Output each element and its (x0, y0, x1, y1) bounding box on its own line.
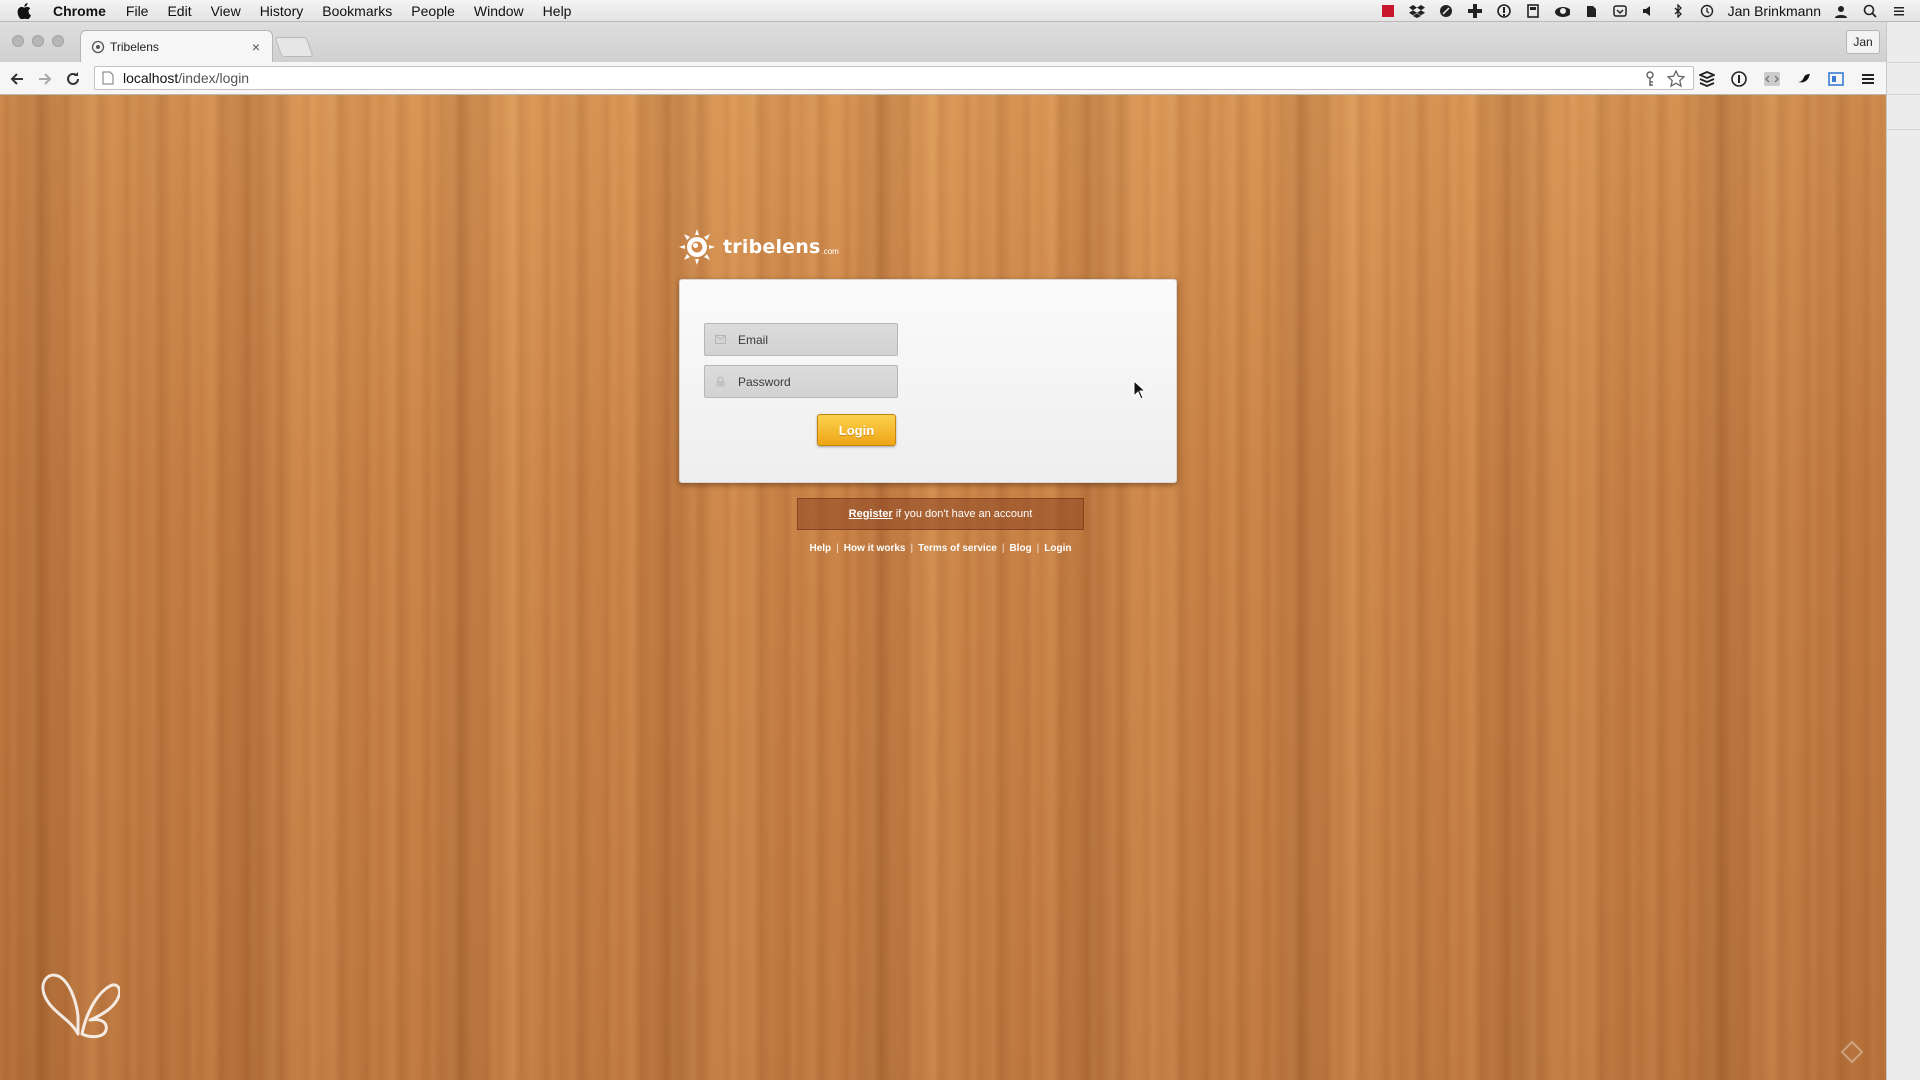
url-text: localhost/index/login (123, 70, 249, 86)
status-area: Jan Brinkmann (1380, 0, 1920, 22)
evernote-icon[interactable] (1583, 4, 1599, 18)
menu-history[interactable]: History (260, 3, 304, 19)
tribelens-logo[interactable]: tribelens .com (677, 227, 839, 267)
background-window-edge (1886, 22, 1920, 1080)
footer-separator: | (1036, 543, 1040, 554)
footer-link-help[interactable]: Help (810, 543, 832, 554)
bluetooth-icon[interactable] (1670, 4, 1686, 18)
user-icon[interactable] (1833, 4, 1849, 18)
bird-extension-icon[interactable] (1794, 69, 1814, 89)
butterfly-watermark-icon (41, 973, 120, 1039)
footer-separator: | (836, 543, 839, 554)
footer-link-blog[interactable]: Blog (1009, 543, 1031, 554)
reader-extension-icon[interactable] (1826, 69, 1846, 89)
red-app-icon[interactable] (1380, 4, 1396, 18)
footer-link-terms[interactable]: Terms of service (918, 543, 997, 554)
menu-window[interactable]: Window (474, 3, 524, 19)
leaf-icon[interactable] (1438, 4, 1454, 18)
apple-icon[interactable] (17, 2, 35, 20)
reload-icon[interactable] (63, 69, 83, 89)
profile-button[interactable]: Jan (1846, 30, 1880, 54)
register-text: if you don't have an account (895, 508, 1033, 520)
chrome-menu-icon[interactable] (1858, 69, 1878, 89)
shield-icon[interactable] (1612, 4, 1628, 18)
menu-help[interactable]: Help (543, 3, 572, 19)
email-field[interactable] (704, 323, 898, 356)
key-icon[interactable] (1641, 70, 1659, 88)
dropbox-icon[interactable] (1408, 4, 1425, 18)
url-path: /index/login (178, 70, 250, 86)
url-host: localhost (123, 70, 179, 86)
register-bar: Register if you don't have an account (797, 498, 1084, 530)
tab-title: Tribelens (110, 39, 159, 54)
menu-chrome[interactable]: Chrome (53, 3, 106, 19)
onepassword-extension-icon[interactable] (1729, 69, 1749, 89)
tab-tribelens[interactable]: Tribelens × (80, 30, 273, 62)
mouse-cursor-icon (1133, 380, 1147, 400)
back-icon[interactable] (7, 69, 27, 89)
lock-icon (714, 376, 726, 388)
login-panel: Login (679, 279, 1177, 483)
bookmark-star-icon[interactable] (1667, 70, 1685, 88)
logo-suffix: .com (821, 246, 839, 256)
menu-edit[interactable]: Edit (167, 3, 191, 19)
menu-people[interactable]: People (411, 3, 455, 19)
menu-file[interactable]: File (126, 3, 149, 19)
envelope-icon (714, 334, 726, 346)
email-input[interactable] (738, 332, 888, 347)
diamond-watermark-icon (1840, 1040, 1864, 1064)
minimize-window-button[interactable] (32, 35, 44, 47)
buffer-extension-icon[interactable] (1697, 69, 1717, 89)
footer-separator: | (1001, 543, 1005, 554)
login-button[interactable]: Login (817, 414, 896, 446)
password-input[interactable] (738, 374, 888, 389)
plus-icon[interactable] (1467, 4, 1483, 18)
window-controls (12, 35, 72, 47)
close-window-button[interactable] (12, 35, 24, 47)
zoom-window-button[interactable] (52, 35, 64, 47)
register-link[interactable]: Register (849, 508, 893, 520)
forward-icon[interactable] (35, 69, 55, 89)
browser-toolbar: localhost/index/login (0, 62, 1886, 95)
tab-close-icon[interactable]: × (248, 39, 264, 55)
notification-center-icon[interactable] (1891, 4, 1907, 18)
user-name[interactable]: Jan Brinkmann (1728, 3, 1821, 19)
page-icon (102, 71, 114, 85)
footer-link-login[interactable]: Login (1044, 543, 1071, 554)
mac-menu-bar: Chrome File Edit View History Bookmarks … (0, 0, 1920, 22)
logo-text: tribelens (723, 236, 821, 258)
password-field[interactable] (704, 365, 898, 398)
footer-separator: | (910, 543, 914, 554)
menu-bookmarks[interactable]: Bookmarks (322, 3, 392, 19)
book-icon[interactable] (1525, 4, 1541, 18)
info-icon[interactable] (1496, 4, 1512, 18)
address-bar[interactable]: localhost/index/login (94, 66, 1694, 90)
time-machine-icon[interactable] (1699, 4, 1715, 18)
spotlight-icon[interactable] (1862, 4, 1878, 18)
sun-logo-icon (679, 229, 715, 265)
footer-link-how-it-works[interactable]: How it works (844, 543, 906, 554)
tab-strip: Tribelens × Jan (0, 22, 1886, 62)
cloud-icon[interactable] (1554, 4, 1570, 18)
favicon-icon (91, 40, 105, 53)
footer-links: Help | How it works | Terms of service |… (797, 543, 1084, 554)
menu-view[interactable]: View (211, 3, 241, 19)
new-tab-button[interactable] (274, 37, 314, 57)
page-viewport: tribelens .com Login Register if you don… (0, 95, 1886, 1080)
volume-icon[interactable] (1641, 4, 1657, 18)
code-extension-icon[interactable] (1762, 69, 1782, 89)
